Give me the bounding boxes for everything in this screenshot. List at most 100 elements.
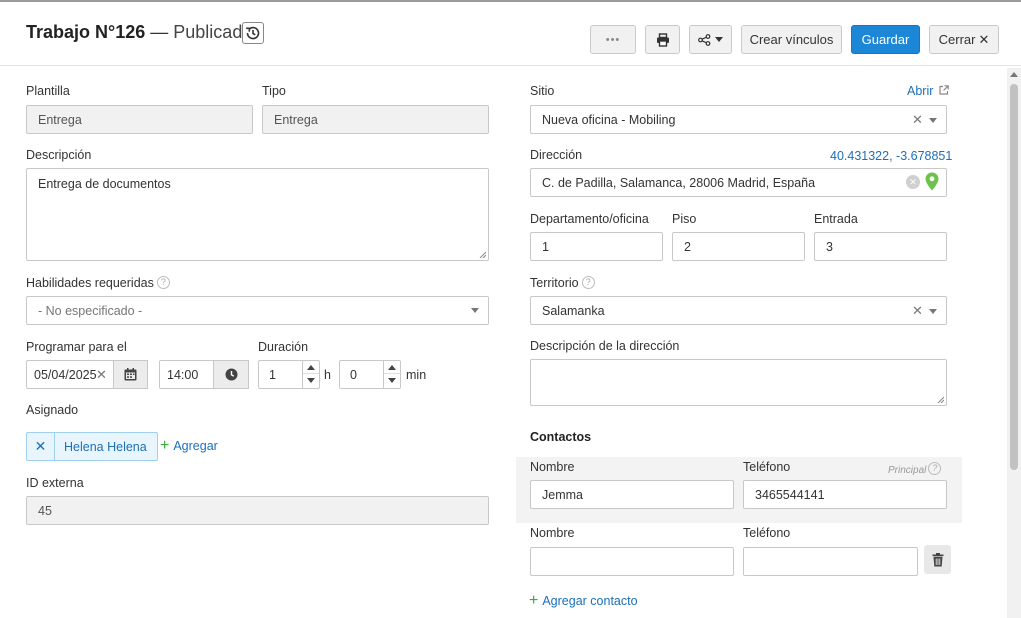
help-icon[interactable]: ? <box>581 276 595 289</box>
contact-nombre-label: Nombre <box>530 526 575 540</box>
crear-vinculos-button[interactable]: Crear vínculos <box>741 25 842 54</box>
add-contact-link[interactable]: + Agregar contacto <box>529 592 638 610</box>
job-status: Publicado <box>173 22 253 42</box>
desc-direccion-label: Descripción de la dirección <box>530 339 680 353</box>
map-pin-icon[interactable] <box>925 172 939 191</box>
trash-icon <box>932 552 943 566</box>
page-header: Trabajo N°126 — Publicado ••• Crear vínc… <box>0 2 1021 66</box>
hours-unit: h <box>324 368 331 382</box>
territorio-select[interactable]: Salamanka <box>530 296 947 325</box>
scrollbar-thumb[interactable] <box>1010 84 1018 470</box>
desc-direccion-textarea[interactable] <box>530 359 947 406</box>
descripcion-label: Descripción <box>26 148 92 162</box>
scroll-up-arrow-icon[interactable] <box>1010 72 1018 77</box>
clear-address-icon[interactable]: ✕ <box>906 175 920 189</box>
piso-label: Piso <box>672 212 697 226</box>
add-assignee-link[interactable]: + Agregar <box>160 437 218 455</box>
minutes-unit: min <box>406 368 427 382</box>
help-icon[interactable]: ? <box>928 462 942 475</box>
close-icon: ✕ <box>978 31 990 47</box>
plus-icon: + <box>160 437 170 454</box>
clear-date-icon[interactable]: ✕ <box>96 367 107 383</box>
calendar-icon <box>124 368 137 381</box>
time-value: 14:00 <box>167 367 199 382</box>
habilidades-label: Habilidades requeridas? <box>26 276 170 290</box>
assignee-tag: ✕ Helena Helena <box>26 432 158 461</box>
plantilla-field: Entrega <box>26 105 253 134</box>
minutes-stepper[interactable] <box>383 361 400 388</box>
assignee-name: Helena Helena <box>64 439 147 454</box>
job-number: Trabajo N°126 <box>26 22 146 42</box>
time-input[interactable]: 14:00 <box>159 360 215 389</box>
remove-assignee-icon[interactable]: ✕ <box>27 433 55 460</box>
minutes-value: 0 <box>350 367 357 382</box>
sitio-label: Sitio <box>530 84 555 98</box>
habilidades-select[interactable]: - No especificado - <box>26 296 489 325</box>
resize-handle-icon[interactable] <box>479 251 486 258</box>
principal-text: Principal <box>888 465 927 476</box>
territorio-value: Salamanka <box>542 303 605 318</box>
direccion-input[interactable]: C. de Padilla, Salamanca, 28006 Madrid, … <box>530 168 947 197</box>
contact-telefono-input[interactable]: 3465544141 <box>743 480 947 509</box>
tipo-field: Entrega <box>262 105 489 134</box>
add-assignee-label: Agregar <box>173 439 218 453</box>
add-contact-label: Agregar contacto <box>542 594 638 608</box>
direccion-value: C. de Padilla, Salamanca, 28006 Madrid, … <box>542 175 816 190</box>
contact-telefono-input[interactable] <box>743 547 918 576</box>
history-icon <box>246 26 260 40</box>
hours-stepper[interactable] <box>302 361 319 388</box>
programar-label: Programar para el <box>26 340 127 354</box>
principal-label: Principal? <box>888 462 942 476</box>
duracion-label: Duración <box>258 340 309 354</box>
piso-input[interactable]: 2 <box>672 232 805 261</box>
entrada-input[interactable]: 3 <box>814 232 947 261</box>
print-icon <box>656 32 669 47</box>
id-externa-field: 45 <box>26 496 489 525</box>
contact-nombre-input[interactable]: Jemma <box>530 480 734 509</box>
contactos-title: Contactos <box>530 430 592 444</box>
cerrar-label: Cerrar <box>938 32 976 47</box>
print-button[interactable] <box>645 25 680 54</box>
departamento-input[interactable]: 1 <box>530 232 663 261</box>
plantilla-label: Plantilla <box>26 84 70 98</box>
chevron-down-icon <box>471 308 479 313</box>
contact-nombre-input[interactable] <box>530 547 734 576</box>
clock-icon <box>225 368 237 381</box>
help-icon[interactable]: ? <box>156 276 170 289</box>
clear-territorio-icon[interactable]: ✕ <box>912 303 923 319</box>
territorio-label: Territorio? <box>530 276 595 290</box>
more-options-button[interactable]: ••• <box>590 25 636 54</box>
delete-contact-button[interactable] <box>924 545 951 574</box>
hours-increment-icon[interactable] <box>303 361 319 374</box>
hours-value: 1 <box>269 367 276 382</box>
sitio-value: Nueva oficina - Mobiling <box>542 112 676 127</box>
descripcion-value: Entrega de documentos <box>38 177 171 191</box>
coordinates-link[interactable]: 40.431322, -3.678851 <box>830 149 952 163</box>
plus-icon: + <box>529 592 539 609</box>
asignado-label: Asignado <box>26 403 79 417</box>
abrir-label: Abrir <box>907 84 934 98</box>
sitio-select[interactable]: Nueva oficina - Mobiling <box>530 105 947 134</box>
tipo-label: Tipo <box>262 84 286 98</box>
time-picker-button[interactable] <box>213 360 249 389</box>
chevron-down-icon <box>929 309 937 314</box>
share-icon <box>698 33 711 46</box>
title-separator: — <box>150 22 169 42</box>
cerrar-button[interactable]: Cerrar ✕ <box>929 25 999 54</box>
share-dropdown-button[interactable] <box>689 25 732 54</box>
resize-handle-icon[interactable] <box>937 396 944 403</box>
entrada-label: Entrada <box>814 212 858 226</box>
minutes-decrement-icon[interactable] <box>384 374 400 387</box>
abrir-link[interactable]: Abrir <box>907 84 949 98</box>
minutes-increment-icon[interactable] <box>384 361 400 374</box>
id-externa-label: ID externa <box>26 476 84 490</box>
descripcion-textarea[interactable]: Entrega de documentos <box>26 168 489 261</box>
clear-sitio-icon[interactable]: ✕ <box>912 112 923 128</box>
ellipsis-icon: ••• <box>605 33 621 46</box>
page-title: Trabajo N°126 — Publicado <box>26 22 252 43</box>
guardar-button[interactable]: Guardar <box>851 25 920 54</box>
hours-decrement-icon[interactable] <box>303 374 319 387</box>
history-button[interactable] <box>242 22 264 44</box>
calendar-button[interactable] <box>113 360 148 389</box>
chevron-down-icon <box>929 118 937 123</box>
